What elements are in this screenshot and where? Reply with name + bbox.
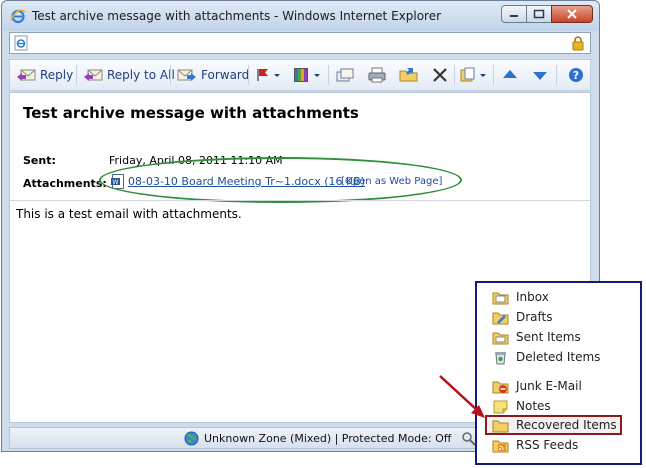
toolbar-separator xyxy=(493,65,494,85)
sent-label: Sent: xyxy=(23,154,56,167)
toolbar-separator xyxy=(76,65,77,85)
globe-icon xyxy=(184,431,199,446)
folder-junk-email[interactable]: Junk E-Mail xyxy=(492,377,582,395)
folder-label: Recovered Items xyxy=(516,418,617,432)
title-bar[interactable]: Test archive message with attachments - … xyxy=(2,1,599,31)
printer-icon xyxy=(368,67,386,83)
message-body: This is a test email with attachments. xyxy=(16,207,242,221)
message-options-button[interactable] xyxy=(335,60,359,90)
reply-icon xyxy=(17,69,36,81)
delete-icon xyxy=(433,68,447,82)
move-copy-icon xyxy=(460,67,486,82)
window-title: Test archive message with attachments - … xyxy=(32,9,442,23)
move-to-folder-icon xyxy=(399,68,418,82)
reply-label: Reply xyxy=(40,68,74,82)
folder-label: Notes xyxy=(516,399,551,413)
folder-label: RSS Feeds xyxy=(516,438,579,452)
notes-icon xyxy=(493,400,508,413)
address-bar[interactable] xyxy=(9,32,591,54)
toolbar-separator xyxy=(454,65,455,85)
deleted-items-icon xyxy=(495,351,506,364)
reply-button[interactable]: Reply xyxy=(16,60,73,90)
next-item-button[interactable] xyxy=(531,60,553,90)
reply-all-label: Reply to All xyxy=(107,68,175,82)
minimize-button[interactable] xyxy=(501,5,527,23)
move-to-folder-button[interactable] xyxy=(399,60,423,90)
move-copy-button[interactable] xyxy=(460,60,494,90)
header-divider xyxy=(10,200,590,201)
message-options-icon xyxy=(336,68,354,82)
forward-label: Forward xyxy=(201,68,250,82)
message-subject: Test archive message with attachments xyxy=(23,104,359,122)
folder-deleted-items[interactable]: Deleted Items xyxy=(492,348,600,366)
drafts-icon xyxy=(492,312,509,324)
security-zone-text: Unknown Zone (Mixed) | Protected Mode: O… xyxy=(204,432,452,445)
folder-sent-items[interactable]: Sent Items xyxy=(492,328,581,346)
arrow-down-icon xyxy=(533,72,547,80)
folder-rss-feeds[interactable]: RSS Feeds xyxy=(492,436,578,454)
reply-all-icon xyxy=(84,69,103,81)
folder-icon xyxy=(492,420,509,432)
folder-notes[interactable]: Notes xyxy=(492,397,551,415)
follow-up-flag-button[interactable] xyxy=(255,60,287,90)
close-window-button[interactable] xyxy=(551,5,593,23)
outlook-folder-list: Inbox Drafts Sent Items Deleted Items Ju… xyxy=(475,281,642,465)
toolbar-separator xyxy=(248,65,249,85)
folder-inbox[interactable]: Inbox xyxy=(492,288,549,306)
toolbar-separator xyxy=(556,65,557,85)
attachments-label: Attachments: xyxy=(23,177,107,190)
forward-button[interactable]: Forward xyxy=(177,60,249,90)
folder-label: Drafts xyxy=(516,310,553,324)
reply-all-button[interactable]: Reply to All xyxy=(83,60,175,90)
categorize-button[interactable] xyxy=(293,60,327,90)
maximize-icon xyxy=(533,9,545,19)
print-button[interactable] xyxy=(367,60,391,90)
delete-button[interactable] xyxy=(431,60,453,90)
help-button[interactable]: ? xyxy=(568,60,588,90)
sent-items-icon xyxy=(492,332,509,344)
maximize-button[interactable] xyxy=(526,5,552,23)
forward-icon xyxy=(177,69,196,81)
help-icon: ? xyxy=(569,68,583,82)
flag-icon xyxy=(257,69,280,81)
rss-feed-icon xyxy=(492,440,509,452)
window-controls xyxy=(501,5,593,23)
junk-email-icon xyxy=(492,381,509,393)
previous-item-button[interactable] xyxy=(501,60,523,90)
svg-text:?: ? xyxy=(573,69,579,82)
arrow-up-icon xyxy=(503,70,517,78)
page-icon xyxy=(14,35,28,51)
folder-label: Junk E-Mail xyxy=(516,379,582,393)
minimize-icon xyxy=(510,15,518,17)
message-toolbar: Reply Reply to All Forward ? xyxy=(9,59,591,91)
lock-icon[interactable] xyxy=(571,35,585,51)
folder-drafts[interactable]: Drafts xyxy=(492,308,553,326)
toolbar-separator xyxy=(170,65,171,85)
close-icon xyxy=(567,9,577,19)
folder-label: Deleted Items xyxy=(516,350,601,364)
inbox-icon xyxy=(492,292,509,304)
folder-recovered-items[interactable]: Recovered Items xyxy=(492,416,617,434)
toolbar-separator xyxy=(328,65,329,85)
folder-label: Inbox xyxy=(516,290,549,304)
folder-label: Sent Items xyxy=(516,330,581,344)
ie-logo-icon xyxy=(10,9,26,24)
attachment-highlight-ellipse xyxy=(99,157,462,203)
categorize-icon xyxy=(294,68,320,82)
